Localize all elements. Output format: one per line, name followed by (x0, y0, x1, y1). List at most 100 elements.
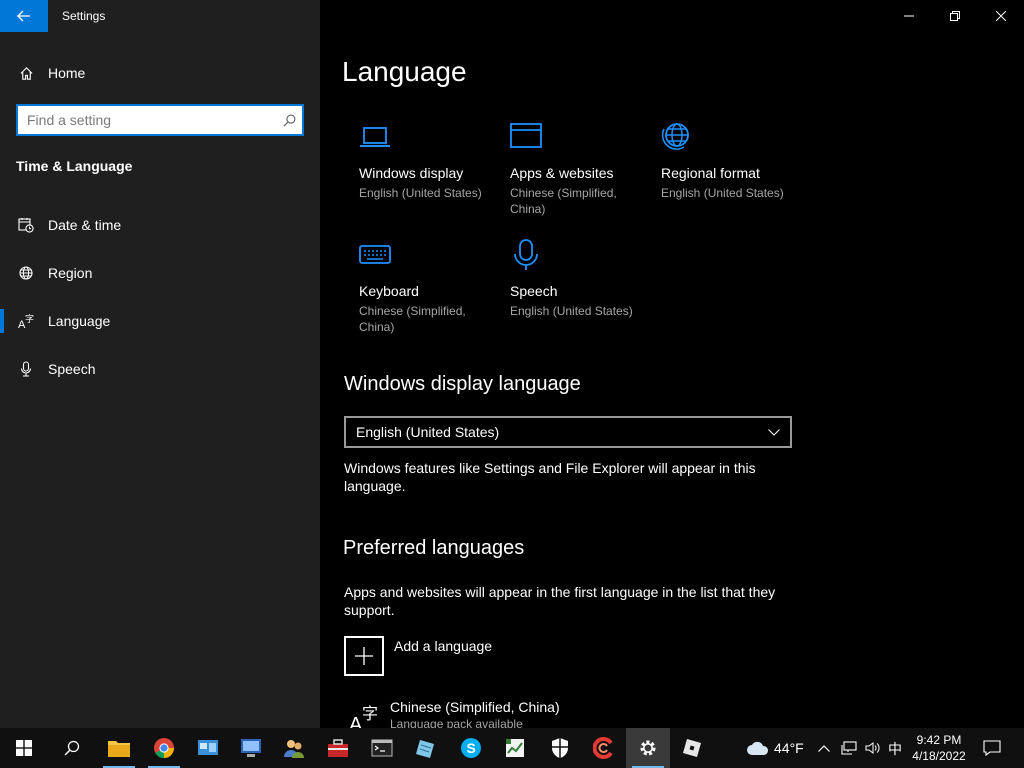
taskbar-app-chart[interactable] (493, 728, 537, 768)
chevron-up-icon (818, 744, 830, 752)
close-button[interactable] (978, 0, 1024, 32)
add-language-label: Add a language (394, 638, 493, 654)
shield-icon (552, 738, 568, 758)
preferred-languages-heading: Preferred languages (343, 537, 525, 559)
search-icon (64, 740, 80, 756)
taskbar-windows-security[interactable] (538, 728, 582, 768)
gear-icon (640, 740, 656, 756)
language-list-item[interactable]: A字 Chinese (Simplified, China) Language … (344, 696, 804, 728)
cloud-icon (747, 741, 769, 755)
tile-value: English (United States) (661, 186, 784, 200)
start-button[interactable] (2, 728, 46, 768)
clock-time: 9:42 PM (916, 733, 962, 747)
chrome-icon (154, 738, 175, 759)
back-arrow-icon (17, 10, 30, 22)
microphone-icon (18, 361, 34, 377)
roblox-icon (683, 739, 701, 757)
nav-item-language[interactable]: A字 Language (0, 301, 320, 341)
language-status: Language pack available (390, 717, 523, 728)
language-name: Chinese (Simplified, China) (390, 699, 560, 715)
monitor-app-icon (241, 739, 261, 757)
taskbar-search-button[interactable] (50, 728, 94, 768)
taskbar-app-notes[interactable] (404, 728, 448, 768)
svg-text:S: S (467, 740, 476, 756)
calendar-clock-icon (18, 217, 34, 233)
show-hidden-icons-button[interactable] (812, 728, 836, 768)
tile-value: English (United States) (510, 304, 633, 318)
action-center-button[interactable] (972, 728, 1012, 768)
notification-icon (983, 740, 1001, 756)
add-language-button[interactable]: Add a language (344, 636, 492, 676)
nav-home[interactable]: Home (0, 53, 320, 93)
speaker-icon (865, 742, 880, 754)
weather-temperature: 44°F (774, 740, 804, 756)
volume-button[interactable] (861, 728, 885, 768)
minimize-icon (904, 15, 914, 17)
windows-logo-icon (16, 740, 32, 756)
minimize-button[interactable] (886, 0, 932, 32)
taskbar-settings[interactable] (626, 728, 670, 768)
nav-item-label: Region (48, 265, 93, 281)
search-input[interactable] (18, 107, 276, 133)
ime-indicator[interactable]: 中 (888, 739, 902, 759)
tile-value: Chinese (Simplified, China) (510, 186, 617, 216)
search-box[interactable] (16, 104, 304, 136)
taskbar: S 44°F 中 9:42 PM 4/18/2022 (0, 728, 1024, 768)
taskbar-skype[interactable]: S (449, 728, 493, 768)
category-title: Time & Language (16, 158, 133, 174)
svg-text:字: 字 (25, 313, 34, 325)
tile-name: Windows display (359, 165, 464, 181)
app-title: Settings (62, 9, 106, 23)
terminal-icon (371, 739, 393, 757)
taskbar-file-explorer[interactable] (97, 728, 141, 768)
network-button[interactable] (837, 728, 861, 768)
plus-icon (344, 636, 384, 676)
nav-item-speech[interactable]: Speech (0, 349, 320, 389)
home-icon (18, 65, 34, 81)
tile-name: Speech (510, 283, 558, 299)
search-icon[interactable] (276, 114, 302, 127)
control-panel-icon (198, 740, 218, 755)
toolbox-icon (328, 739, 348, 757)
tile-name: Keyboard (359, 283, 419, 299)
notes-app-icon (416, 740, 434, 758)
taskbar-ccleaner[interactable] (582, 728, 626, 768)
taskbar-roblox[interactable] (670, 728, 714, 768)
browser-window-icon (510, 123, 542, 148)
network-icon (841, 741, 857, 755)
tile-name: Regional format (661, 165, 760, 181)
taskbar-app-toolbox[interactable] (316, 728, 360, 768)
restore-icon (950, 11, 960, 21)
taskbar-app-users[interactable] (272, 728, 316, 768)
nav-item-label: Language (48, 313, 111, 329)
display-language-dropdown[interactable]: English (United States) (344, 416, 792, 448)
ccleaner-icon (593, 737, 613, 759)
svg-text:A: A (349, 714, 363, 728)
nav-item-label: Speech (48, 361, 96, 377)
folder-icon (108, 741, 130, 757)
chart-app-icon (506, 739, 524, 757)
skype-icon: S (461, 738, 481, 758)
restore-button[interactable] (932, 0, 978, 32)
tile-value: English (United States) (359, 186, 482, 200)
globe-icon (18, 265, 34, 281)
svg-text:字: 字 (362, 704, 378, 723)
tile-value: Chinese (Simplified, China) (359, 304, 466, 334)
clock[interactable]: 9:42 PM 4/18/2022 (906, 732, 972, 764)
taskbar-command-prompt[interactable] (360, 728, 404, 768)
close-icon (996, 11, 1006, 21)
page-title: Language (342, 56, 467, 87)
taskbar-app-monitor[interactable] (229, 728, 273, 768)
preferred-languages-description: Apps and websites will appear in the fir… (344, 584, 776, 618)
taskbar-app-control-panel[interactable] (186, 728, 230, 768)
language-icon: A字 (349, 704, 378, 728)
nav-item-date-time[interactable]: Date & time (0, 205, 320, 245)
nav-item-region[interactable]: Region (0, 253, 320, 293)
microphone-icon (514, 239, 538, 270)
tile-name: Apps & websites (510, 165, 614, 181)
keyboard-icon (359, 245, 391, 264)
language-icon: A字 (18, 313, 34, 329)
taskbar-chrome[interactable] (142, 728, 186, 768)
dropdown-value: English (United States) (356, 424, 500, 440)
back-button[interactable] (0, 0, 48, 32)
